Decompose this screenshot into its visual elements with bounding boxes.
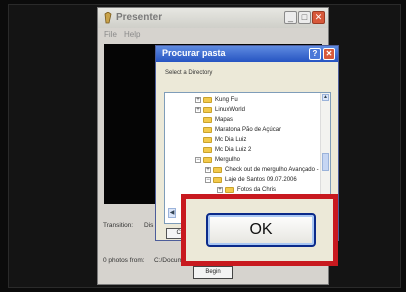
help-button[interactable]: ? xyxy=(309,48,321,60)
dialog-close-button[interactable]: ✕ xyxy=(323,48,335,60)
tree-item-label: Fotos da Chris xyxy=(237,186,277,193)
folder-icon xyxy=(203,136,212,143)
expand-icon[interactable]: + xyxy=(195,106,201,113)
app-icon xyxy=(104,12,112,24)
maximize-button[interactable]: □ xyxy=(298,11,311,24)
tree-item-label: Kung Fu xyxy=(215,96,238,103)
expand-icon[interactable]: + xyxy=(205,166,211,173)
folder-icon xyxy=(213,166,222,173)
tree-item-label: Mapas xyxy=(215,116,234,123)
tree-item-label: Check out de mergulho Avançado - Ilh xyxy=(225,166,327,173)
folder-icon xyxy=(203,126,212,133)
tree-item[interactable]: Mapas xyxy=(195,115,233,124)
menubar: File Help xyxy=(98,28,328,42)
folder-icon xyxy=(203,96,212,103)
transition-value[interactable]: Dis xyxy=(144,222,153,229)
folder-icon xyxy=(225,186,234,193)
tree-item-label: Maratona Pão de Açúcar xyxy=(215,126,282,133)
expand-icon[interactable]: + xyxy=(217,186,223,193)
tree-item-label: Mergulho xyxy=(215,156,241,163)
main-window-title: Presenter xyxy=(116,12,163,23)
main-titlebar: Presenter _ □ ✕ xyxy=(98,8,328,28)
minimize-button[interactable]: _ xyxy=(284,11,297,24)
tree-item[interactable]: Maratona Pão de Açúcar xyxy=(195,125,281,134)
dialog-title: Procurar pasta xyxy=(162,48,226,58)
scroll-thumb[interactable] xyxy=(322,153,329,171)
ok-button[interactable]: OK xyxy=(206,213,316,247)
folder-icon xyxy=(203,106,212,113)
folder-icon xyxy=(203,116,212,123)
tree-item[interactable]: − Mergulho xyxy=(195,155,240,164)
scroll-left-icon[interactable]: ◀ xyxy=(168,208,176,218)
tree-item-label: LinuxWorld xyxy=(215,106,245,113)
dialog-prompt: Select a Directory xyxy=(165,70,213,76)
dialog-titlebar: Procurar pasta ? ✕ xyxy=(156,46,338,62)
menu-file[interactable]: File xyxy=(104,30,117,39)
menu-help[interactable]: Help xyxy=(124,30,140,39)
tree-item[interactable]: + Kung Fu xyxy=(195,95,238,104)
collapse-icon[interactable]: − xyxy=(205,176,211,183)
tree-item[interactable]: + Check out de mergulho Avançado - Ilh xyxy=(205,165,327,174)
tree-item[interactable]: Mc Dia Luiz xyxy=(195,135,246,144)
transition-label: Transition: xyxy=(103,222,134,229)
tree-item[interactable]: − Laje de Santos 09.07.2006 xyxy=(205,175,297,184)
close-button[interactable]: ✕ xyxy=(312,11,325,24)
tree-item-label: Mc Dia Luiz xyxy=(215,136,247,143)
expand-icon[interactable]: + xyxy=(195,96,201,103)
tree-item[interactable]: + LinuxWorld xyxy=(195,105,245,114)
tree-item[interactable]: Mc Dia Luiz 2 xyxy=(195,145,251,154)
begin-button[interactable]: Begin xyxy=(193,266,233,279)
collapse-icon[interactable]: − xyxy=(195,156,201,163)
ok-highlight-frame: OK xyxy=(181,194,338,266)
scroll-up-icon[interactable]: ▲ xyxy=(322,94,329,101)
folder-icon xyxy=(203,146,212,153)
folder-icon xyxy=(213,176,222,183)
tree-item-label: Mc Dia Luiz 2 xyxy=(215,146,252,153)
tree-item[interactable]: + Fotos da Chris xyxy=(217,185,276,194)
tree-item-label: Laje de Santos 09.07.2006 xyxy=(225,176,297,183)
photos-count-label: 0 photos from: xyxy=(103,257,145,264)
folder-icon xyxy=(203,156,212,163)
photos-path-field[interactable]: C:/Docum xyxy=(154,257,183,264)
